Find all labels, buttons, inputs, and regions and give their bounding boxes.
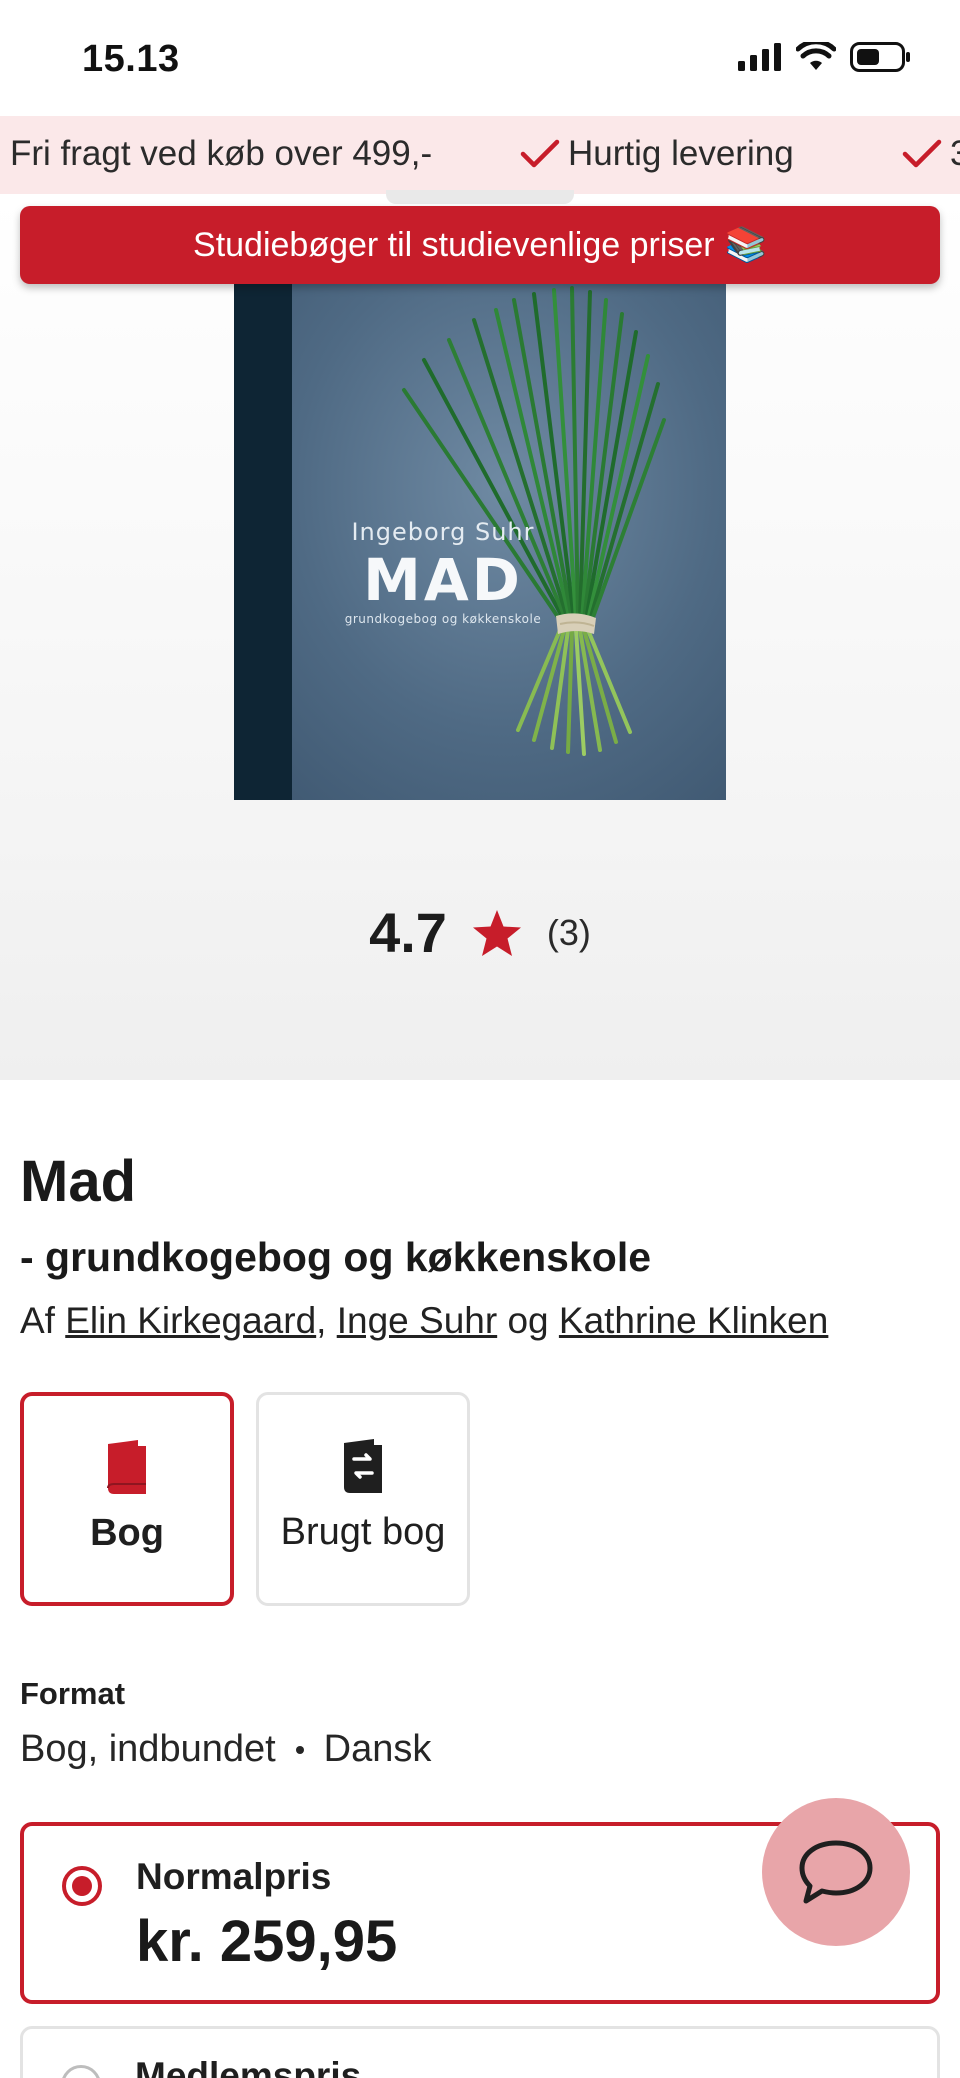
usp-label: 3	[950, 134, 960, 173]
format-option-label: Bog	[90, 1512, 164, 1554]
price-value: kr. 259,95	[136, 1909, 398, 1974]
format-language: Dansk	[323, 1728, 432, 1770]
format-binding: Bog, indbundet	[20, 1728, 276, 1770]
cover-title: MAD	[363, 546, 523, 614]
wifi-icon	[796, 42, 836, 70]
chat-bubble-icon	[799, 1840, 873, 1904]
check-icon	[520, 139, 560, 168]
usp-label: Fri fragt ved køb over 499,-	[10, 134, 433, 173]
usp-third: 3	[902, 134, 960, 174]
author-conjunction: og	[507, 1300, 549, 1341]
price-option-member[interactable]: Medlemspris	[20, 2026, 940, 2078]
signal-icon	[738, 43, 781, 71]
product-authors: Af Elin Kirkegaard, Inge Suhr og Kathrin…	[20, 1300, 828, 1342]
usp-free-shipping: Fri fragt ved køb over 499,-	[10, 134, 432, 174]
product-cover-image[interactable]: Ingeborg Suhr MAD grundkogebog og køkken…	[234, 280, 726, 800]
product-title: Mad	[20, 1149, 136, 1214]
used-book-icon	[344, 1439, 382, 1493]
books-emoji-icon: 📚	[724, 226, 767, 264]
radio-unselected-icon[interactable]	[61, 2065, 101, 2078]
star-icon	[472, 909, 521, 956]
promo-banner-text: Studiebøger til studievenlige priser	[193, 225, 715, 264]
separator-dot	[295, 1745, 304, 1754]
format-option-book[interactable]: Bog	[20, 1392, 234, 1606]
usp-label: Hurtig levering	[568, 134, 794, 173]
promo-banner[interactable]: Studiebøger til studievenlige priser 📚	[20, 206, 940, 284]
usp-strip: Fri fragt ved køb over 499,- Hurtig leve…	[0, 116, 960, 194]
authors-prefix: Af	[20, 1300, 55, 1341]
author-separator: ,	[316, 1300, 327, 1341]
price-label: Medlemspris	[135, 2055, 362, 2078]
author-link[interactable]: Inge Suhr	[337, 1300, 497, 1341]
author-link[interactable]: Elin Kirkegaard	[65, 1300, 316, 1341]
usp-fast-delivery: Hurtig levering	[520, 134, 794, 174]
battery-icon	[850, 42, 910, 72]
status-time: 15.13	[82, 38, 180, 80]
rating-count: (3)	[546, 911, 591, 953]
format-option-label: Brugt bog	[280, 1511, 446, 1553]
check-icon	[902, 139, 942, 168]
rating-summary[interactable]: 4.7 (3)	[0, 900, 960, 965]
product-subtitle: - grundkogebog og køkkenskole	[20, 1234, 652, 1280]
format-heading: Format	[20, 1676, 126, 1711]
status-icons	[738, 42, 912, 72]
rating-value: 4.7	[369, 901, 447, 964]
price-label: Normalpris	[136, 1856, 332, 1897]
format-option-used-book[interactable]: Brugt bog	[256, 1392, 470, 1606]
format-description: Bog, indbundet Dansk	[20, 1728, 431, 1771]
author-link[interactable]: Kathrine Klinken	[559, 1300, 828, 1341]
chat-button[interactable]	[762, 1798, 910, 1946]
book-icon	[107, 1440, 146, 1494]
cover-subtitle: grundkogebog og køkkenskole	[344, 612, 542, 626]
radio-selected-icon[interactable]	[62, 1866, 102, 1906]
status-bar: 15.13	[0, 0, 960, 116]
cover-author: Ingeborg Suhr	[351, 518, 535, 546]
banner-tab	[386, 190, 574, 204]
